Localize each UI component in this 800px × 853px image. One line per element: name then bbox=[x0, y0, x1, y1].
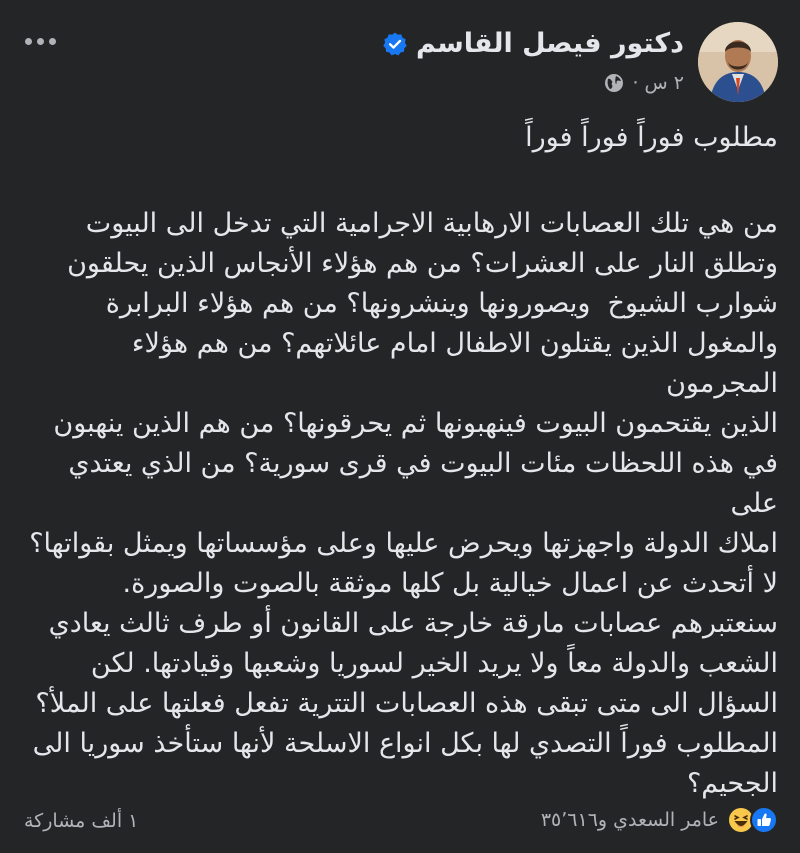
reactions-count: عامر السعدي و٣٥٬٦١٦ bbox=[540, 809, 719, 831]
like-reaction-icon bbox=[750, 806, 778, 834]
post-line: املاك الدولة واجهزتها ويحرض عليها وعلى م… bbox=[29, 528, 778, 559]
globe-icon[interactable] bbox=[604, 73, 624, 93]
post-line: والمغول الذين يقتلون الاطفال امام عائلات… bbox=[123, 328, 778, 399]
more-options-icon[interactable] bbox=[18, 26, 62, 56]
post-line: المطلوب فوراً التصدي لها بكل انواع الاسل… bbox=[32, 728, 778, 759]
post-line: لا أتحدث عن اعمال خيالية بل كلها موثقة ب… bbox=[122, 568, 778, 599]
reactions-summary[interactable]: عامر السعدي و٣٥٬٦١٦ bbox=[541, 806, 778, 834]
facebook-post: دكتور فيصل القاسم ٢ س · مطلوب فوراً فورا… bbox=[0, 0, 800, 853]
shares-count[interactable]: ١ ألف مشاركة bbox=[24, 810, 138, 832]
post-line: الذين يقتحمون البيوت فينهبونها ثم يحرقون… bbox=[53, 408, 778, 439]
author-avatar[interactable] bbox=[698, 22, 778, 102]
post-line: شوارب الشيوخ ويصورونها وينشرونها؟ من هم … bbox=[105, 288, 778, 319]
post-footer: عامر السعدي و٣٥٬٦١٦ ١ ألف مشاركة bbox=[0, 800, 800, 850]
post-line: في هذه اللحظات مئات البيوت في قرى سورية؟… bbox=[59, 448, 778, 519]
post-line: السؤال الى متى تبقى هذه العصابات التترية… bbox=[35, 688, 778, 719]
post-line: الجحيم؟ bbox=[686, 768, 778, 799]
reaction-icons bbox=[727, 806, 778, 834]
post-line: مطلوب فوراً فوراً فوراً bbox=[525, 122, 778, 153]
author-row: دكتور فيصل القاسم bbox=[382, 28, 684, 59]
verified-badge-icon bbox=[382, 31, 408, 57]
post-body: مطلوب فوراً فوراً فوراً من هي تلك العصاب… bbox=[28, 118, 778, 804]
post-line: من هي تلك العصابات الارهابية الاجرامية ا… bbox=[85, 208, 778, 239]
avatar-photo bbox=[698, 22, 778, 102]
post-line: وتطلق النار على العشرات؟ من هم هؤلاء الأ… bbox=[67, 248, 778, 279]
post-time[interactable]: ٢ س · bbox=[632, 72, 684, 94]
post-line: الشعب والدولة معاً ولا يريد الخير لسوريا… bbox=[90, 648, 778, 679]
post-header: دكتور فيصل القاسم ٢ س · bbox=[0, 0, 800, 110]
post-line: سنعتبرهم عصابات مارقة خارجة على القانون … bbox=[48, 608, 778, 639]
post-meta: ٢ س · bbox=[604, 72, 684, 94]
author-name[interactable]: دكتور فيصل القاسم bbox=[416, 28, 684, 59]
